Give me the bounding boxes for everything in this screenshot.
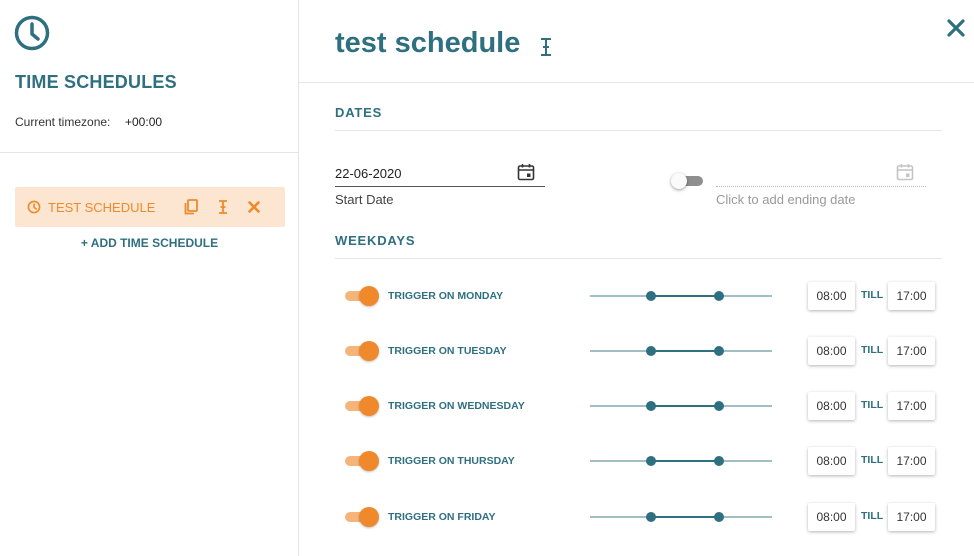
delete-icon[interactable]: [245, 198, 263, 216]
day-label: TRIGGER ON WEDNESDAY: [388, 400, 525, 412]
schedule-title: test schedule: [335, 27, 521, 59]
start-thumb[interactable]: [645, 456, 656, 466]
start-date-value: 22-06-2020: [335, 166, 402, 181]
timezone-label: Current timezone:: [15, 115, 111, 129]
end-thumb[interactable]: [713, 346, 724, 356]
time-range-slider[interactable]: [590, 510, 772, 524]
weekday-row-monday: TRIGGER ON MONDAY 08:00 TILL 17:00: [299, 281, 974, 311]
weekday-row-thursday: TRIGGER ON THURSDAY 08:00 TILL 17:00: [299, 446, 974, 476]
calendar-icon[interactable]: [517, 163, 535, 181]
thursday-toggle[interactable]: [345, 451, 379, 471]
till-label: TILL: [861, 510, 884, 522]
sidebar: TIME SCHEDULES Current timezone: +00:00 …: [0, 0, 299, 556]
weekday-row-tuesday: TRIGGER ON TUESDAY 08:00 TILL 17:00: [299, 336, 974, 366]
end-date-field[interactable]: [716, 163, 926, 187]
end-time-input[interactable]: 17:00: [888, 392, 935, 420]
start-time-input[interactable]: 08:00: [808, 503, 855, 531]
end-thumb[interactable]: [713, 456, 724, 466]
schedule-editor: test schedule DATES 22-06-2020 Start Dat…: [299, 0, 974, 556]
time-range-slider[interactable]: [590, 289, 772, 303]
time-range-slider[interactable]: [590, 454, 772, 468]
rename-icon[interactable]: [214, 198, 232, 216]
divider: [335, 130, 942, 131]
start-thumb[interactable]: [645, 291, 656, 301]
schedule-item-label: TEST SCHEDULE: [48, 200, 156, 215]
start-time-input[interactable]: 08:00: [808, 282, 855, 310]
day-label: TRIGGER ON MONDAY: [388, 290, 504, 302]
end-date-placeholder: Click to add ending date: [716, 192, 856, 207]
time-schedules-dialog: TIME SCHEDULES Current timezone: +00:00 …: [0, 0, 974, 556]
calendar-icon[interactable]: [896, 163, 914, 181]
till-label: TILL: [861, 289, 884, 301]
till-label: TILL: [861, 454, 884, 466]
end-thumb[interactable]: [713, 512, 724, 522]
schedule-item-test-schedule[interactable]: TEST SCHEDULE: [15, 187, 285, 227]
end-thumb[interactable]: [713, 291, 724, 301]
start-date-field[interactable]: 22-06-2020: [335, 163, 545, 187]
clock-icon: [14, 15, 50, 51]
rename-icon[interactable]: [539, 36, 553, 58]
editor-header: test schedule: [299, 0, 974, 83]
end-time-input[interactable]: 17:00: [888, 282, 935, 310]
sidebar-title: TIME SCHEDULES: [15, 72, 177, 92]
till-label: TILL: [861, 344, 884, 356]
wednesday-toggle[interactable]: [345, 396, 379, 416]
tuesday-toggle[interactable]: [345, 341, 379, 361]
end-time-input[interactable]: 17:00: [888, 337, 935, 365]
start-thumb[interactable]: [645, 401, 656, 411]
day-label: TRIGGER ON TUESDAY: [388, 345, 507, 357]
time-range-slider[interactable]: [590, 344, 772, 358]
day-label: TRIGGER ON THURSDAY: [388, 455, 515, 467]
divider: [335, 258, 942, 259]
end-time-input[interactable]: 17:00: [888, 447, 935, 475]
clock-icon: [27, 200, 41, 214]
add-time-schedule-button[interactable]: + ADD TIME SCHEDULE: [0, 236, 299, 250]
monday-toggle[interactable]: [345, 286, 379, 306]
start-thumb[interactable]: [645, 346, 656, 356]
till-label: TILL: [861, 399, 884, 411]
copy-icon[interactable]: [182, 198, 200, 216]
start-time-input[interactable]: 08:00: [808, 447, 855, 475]
end-time-input[interactable]: 17:00: [888, 503, 935, 531]
start-thumb[interactable]: [645, 512, 656, 522]
end-thumb[interactable]: [713, 401, 724, 411]
sidebar-header: TIME SCHEDULES Current timezone: +00:00: [0, 0, 298, 153]
timezone-value: +00:00: [125, 115, 163, 129]
start-time-input[interactable]: 08:00: [808, 392, 855, 420]
weekdays-section-title: WEEKDAYS: [335, 233, 416, 248]
start-date-caption: Start Date: [335, 192, 394, 207]
time-range-slider[interactable]: [590, 399, 772, 413]
end-date-toggle[interactable]: [671, 173, 705, 189]
day-label: TRIGGER ON FRIDAY: [388, 511, 496, 523]
start-time-input[interactable]: 08:00: [808, 337, 855, 365]
weekday-row-wednesday: TRIGGER ON WEDNESDAY 08:00 TILL 17:00: [299, 391, 974, 421]
dates-section-title: DATES: [335, 105, 383, 120]
close-icon[interactable]: [946, 18, 966, 38]
weekday-row-friday: TRIGGER ON FRIDAY 08:00 TILL 17:00: [299, 502, 974, 532]
friday-toggle[interactable]: [345, 507, 379, 527]
